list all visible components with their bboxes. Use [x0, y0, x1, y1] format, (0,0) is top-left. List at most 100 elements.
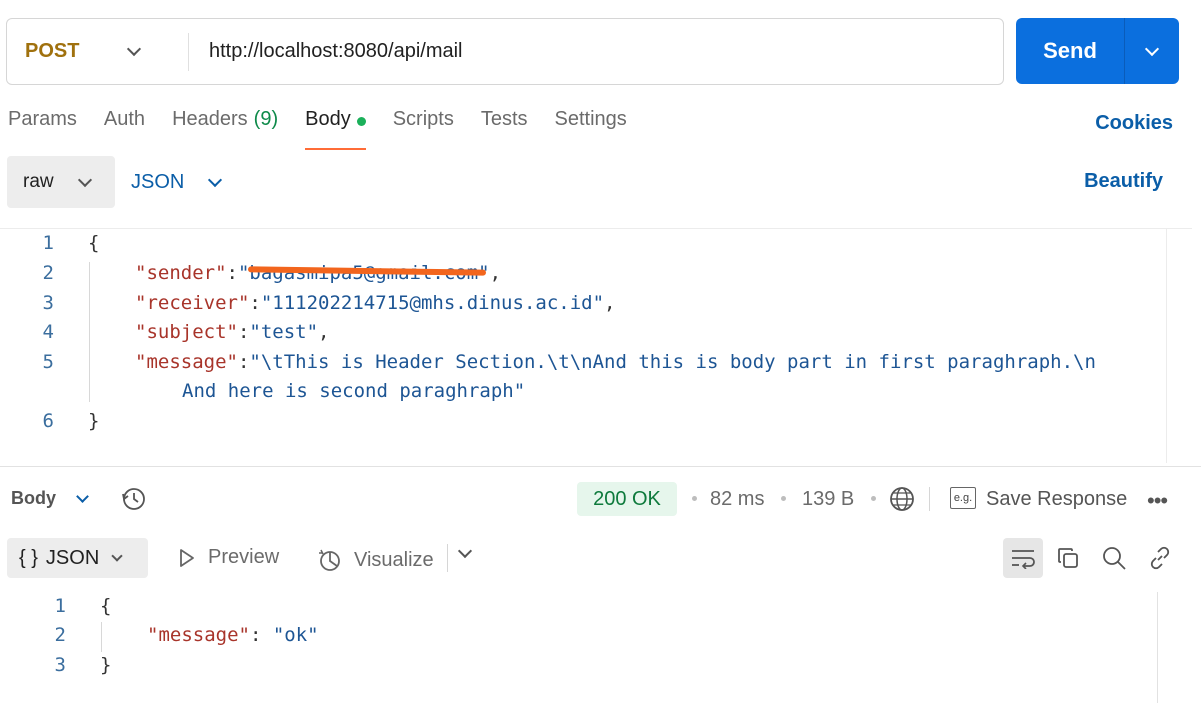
- save-response-button[interactable]: Save Response: [986, 488, 1127, 511]
- url-input[interactable]: http://localhost:8080/api/mail: [189, 40, 463, 63]
- json-key: "subject": [135, 321, 238, 343]
- pane-divider[interactable]: [0, 466, 1201, 467]
- tab-label: Scripts: [392, 108, 454, 130]
- code-open-brace: {: [88, 232, 100, 254]
- beautify-button[interactable]: Beautify: [1084, 170, 1163, 193]
- search-button[interactable]: [1094, 538, 1134, 578]
- code-line-message-wrap: And here is second paraghraph": [182, 380, 526, 402]
- json-key: "message": [135, 351, 238, 373]
- divider: [447, 544, 448, 572]
- json-value: "ok": [272, 624, 319, 646]
- chevron-down-icon: [208, 172, 223, 187]
- response-size[interactable]: 139 B: [802, 488, 854, 511]
- line-number: 3: [54, 654, 66, 676]
- chevron-down-icon: [127, 41, 142, 57]
- separator-dot: [781, 496, 786, 501]
- preview-label: Preview: [208, 546, 280, 568]
- globe-icon[interactable]: [888, 485, 916, 513]
- body-format-label: JSON: [131, 170, 185, 193]
- response-view-label: JSON: [45, 546, 100, 569]
- separator-dot: [871, 496, 876, 501]
- line-number: 2: [42, 262, 54, 284]
- status-badge[interactable]: 200 OK: [577, 482, 677, 516]
- json-value: "\tThis is Header Section.\t\nAnd this i…: [249, 351, 1096, 373]
- code-line-message: "message":"\tThis is Header Section.\t\n…: [135, 351, 1096, 373]
- line-number: 4: [42, 321, 54, 343]
- tab-body[interactable]: Body: [305, 108, 366, 150]
- line-number: 1: [42, 232, 54, 254]
- tab-auth[interactable]: Auth: [104, 108, 145, 150]
- editor-scrollbar[interactable]: [1166, 229, 1192, 463]
- link-button[interactable]: [1140, 538, 1180, 578]
- json-value: "111202214715@mhs.dinus.ac.id": [260, 292, 605, 314]
- modified-dot-icon: [356, 117, 366, 126]
- code-line-message: "message": "ok": [147, 624, 319, 646]
- wrap-lines-button[interactable]: [1003, 538, 1043, 578]
- visualize-button[interactable]: Visualize: [316, 546, 434, 574]
- indent-guide: [101, 622, 102, 652]
- tab-label: Headers: [172, 108, 248, 130]
- tab-label: Tests: [480, 108, 528, 130]
- code-close-brace: }: [88, 410, 100, 432]
- response-time[interactable]: 82 ms: [710, 488, 764, 511]
- braces-icon: { }: [19, 546, 38, 569]
- headers-count: (9): [253, 108, 279, 130]
- code-close-brace: }: [100, 654, 112, 676]
- visualize-icon: [319, 549, 340, 571]
- tab-tests[interactable]: Tests: [481, 108, 528, 150]
- chevron-down-icon[interactable]: [457, 543, 473, 559]
- copy-button[interactable]: [1048, 538, 1088, 578]
- code-line-sender: "sender":"bagasmipa5@gmail.com",: [135, 262, 502, 284]
- example-icon[interactable]: e.g.: [950, 487, 976, 509]
- response-scrollbar[interactable]: [1157, 592, 1158, 703]
- code-line-receiver: "receiver":"111202214715@mhs.dinus.ac.id…: [135, 292, 616, 314]
- tab-label: Body: [305, 108, 351, 130]
- method-select[interactable]: POST: [7, 19, 188, 84]
- chevron-down-icon: [76, 489, 89, 503]
- indent-guide: [89, 262, 90, 402]
- tab-scripts[interactable]: Scripts: [393, 108, 454, 150]
- more-options-icon[interactable]: •••: [1147, 488, 1168, 514]
- tab-label: Auth: [103, 108, 146, 130]
- line-number: 6: [42, 410, 54, 432]
- code-open-brace: {: [100, 595, 112, 617]
- response-body-select[interactable]: Body: [11, 488, 89, 509]
- line-number: 2: [54, 624, 66, 646]
- json-key: "receiver": [135, 292, 250, 314]
- request-bar: POST http://localhost:8080/api/mail: [6, 18, 1004, 85]
- copy-icon: [1058, 548, 1078, 568]
- preview-button[interactable]: Preview: [178, 546, 279, 569]
- send-options-button[interactable]: [1125, 18, 1179, 84]
- line-number: 1: [54, 595, 66, 617]
- chevron-down-icon: [1144, 41, 1160, 56]
- tab-label: Params: [8, 108, 77, 130]
- wrap-lines-icon: [1012, 550, 1035, 569]
- line-number: 5: [42, 351, 54, 373]
- link-icon: [1150, 546, 1170, 570]
- send-button-group: Send: [1016, 18, 1179, 84]
- tab-headers[interactable]: Headers (9): [172, 108, 278, 150]
- tab-settings[interactable]: Settings: [555, 108, 627, 150]
- history-icon[interactable]: [120, 485, 148, 513]
- json-key: "message": [147, 624, 250, 646]
- request-tabs: Params Auth Headers (9) Body Scripts Test…: [8, 108, 627, 150]
- body-mode-label: raw: [23, 171, 54, 192]
- cookies-link[interactable]: Cookies: [1095, 112, 1173, 135]
- send-button[interactable]: Send: [1016, 18, 1124, 84]
- chevron-down-icon: [77, 172, 92, 187]
- response-view-select[interactable]: { } JSON: [7, 538, 148, 578]
- tab-params[interactable]: Params: [8, 108, 77, 150]
- method-label: POST: [25, 40, 80, 62]
- code-line-subject: "subject":"test",: [135, 321, 330, 343]
- play-icon: [180, 548, 194, 567]
- line-number: 3: [42, 292, 54, 314]
- search-icon: [1103, 547, 1126, 570]
- json-key: "sender": [135, 262, 227, 284]
- response-body-label: Body: [11, 488, 56, 508]
- visualize-label: Visualize: [354, 548, 434, 571]
- separator-dot: [692, 496, 697, 501]
- tab-label: Settings: [554, 108, 627, 130]
- body-format-select[interactable]: JSON: [131, 156, 223, 208]
- json-value: "test": [249, 321, 319, 343]
- body-mode-select[interactable]: raw: [7, 156, 115, 208]
